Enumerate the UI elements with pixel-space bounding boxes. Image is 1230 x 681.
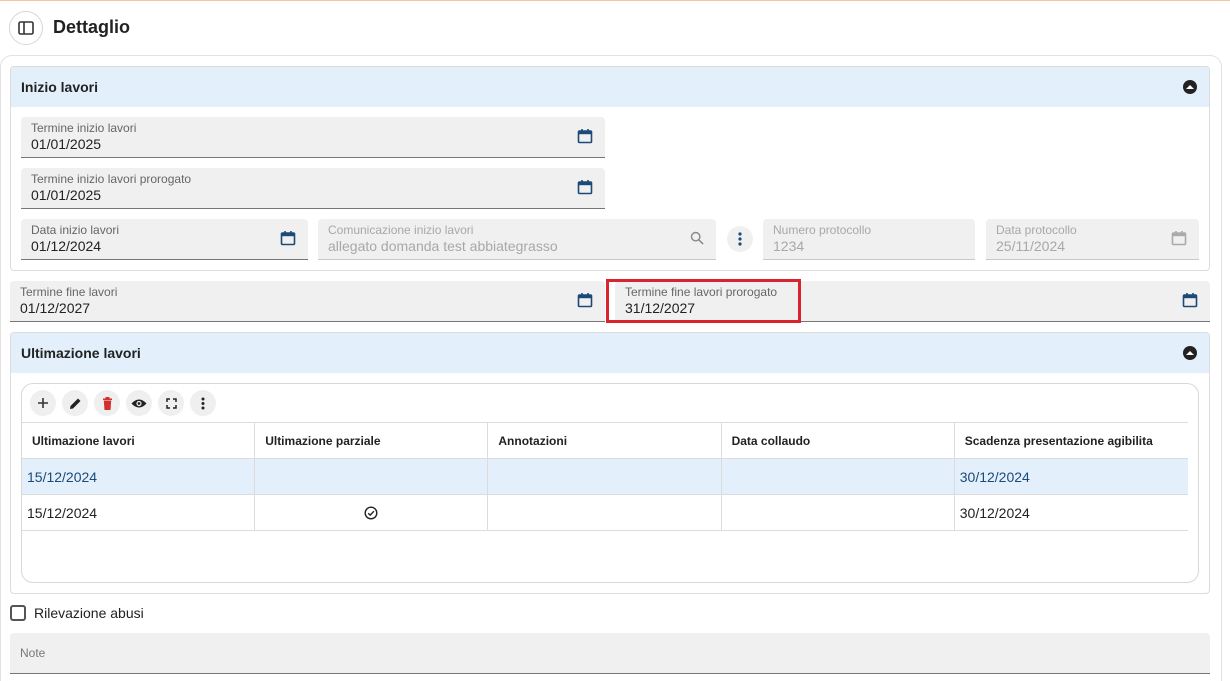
calendar-icon[interactable] <box>577 179 593 195</box>
edit-button[interactable] <box>62 390 88 416</box>
highlight-annotation-box <box>606 279 801 323</box>
calendar-icon[interactable] <box>280 230 296 246</box>
table-toolbar <box>30 390 216 418</box>
calendar-icon <box>1171 231 1187 246</box>
termine-inizio-lavori-field[interactable]: Termine inizio lavori 01/01/2025 <box>21 117 605 158</box>
section-title: Inizio lavori <box>21 79 99 95</box>
termine-inizio-lavori-prorogato-field[interactable]: Termine inizio lavori prorogato 01/01/20… <box>21 168 605 209</box>
table-row[interactable]: 15/12/2024 30/12/2024 <box>22 459 1188 495</box>
field-label: Data protocollo <box>996 223 1077 237</box>
column-header[interactable]: Ultimazione parziale <box>255 423 489 458</box>
cell-annotazioni <box>488 495 722 530</box>
page-title: Dettaglio <box>53 17 131 37</box>
field-label: Comunicazione inizio lavori <box>328 223 474 237</box>
calendar-icon[interactable] <box>577 292 593 308</box>
trash-icon <box>102 396 112 410</box>
cell-scadenza: 30/12/2024 <box>959 468 1030 485</box>
more-vert-icon <box>201 397 205 409</box>
comunicazione-inizio-lavori-field: Comunicazione inizio lavori allegato dom… <box>318 219 716 260</box>
sidebar-toggle-icon <box>18 21 34 35</box>
column-header[interactable]: Annotazioni <box>488 423 722 458</box>
field-value: allegato domanda test abbiategrasso <box>328 238 558 254</box>
plus-icon <box>38 398 48 408</box>
search-icon <box>690 231 704 245</box>
ultimazione-table-card: Ultimazione lavori Ultimazione parziale … <box>21 383 1199 583</box>
eye-icon <box>131 399 147 407</box>
cell-ultimazione: 15/12/2024 <box>22 459 256 494</box>
collapse-icon[interactable] <box>1183 346 1197 360</box>
column-header[interactable]: Scadenza presentazione agibilita <box>955 423 1188 458</box>
field-value: 01/12/2027 <box>20 300 91 316</box>
field-label: Note <box>20 646 46 660</box>
termine-fine-lavori-field[interactable]: Termine fine lavori 01/12/2027 <box>10 281 605 322</box>
cell-parziale <box>255 495 489 530</box>
fullscreen-icon <box>165 397 177 409</box>
cell-scadenza: 30/12/2024 <box>959 504 1030 521</box>
calendar-icon[interactable] <box>577 128 593 144</box>
field-value: 01/12/2024 <box>31 238 102 254</box>
rilevazione-abusi-checkbox[interactable]: Rilevazione abusi <box>10 605 144 621</box>
cell-annotazioni <box>488 459 722 494</box>
checkbox-label: Rilevazione abusi <box>34 605 144 621</box>
data-inizio-lavori-field[interactable]: Data inizio lavori 01/12/2024 <box>21 219 308 260</box>
column-header[interactable]: Ultimazione lavori <box>22 423 256 458</box>
section-header-inizio-lavori[interactable]: Inizio lavori <box>11 67 1209 107</box>
section-header-ultimazione-lavori[interactable]: Ultimazione lavori <box>11 333 1209 373</box>
field-value: 25/11/2024 <box>996 238 1066 254</box>
field-value: 1234 <box>773 238 805 254</box>
view-button[interactable] <box>126 390 152 416</box>
collapse-icon[interactable] <box>1183 80 1197 94</box>
field-label: Data inizio lavori <box>31 223 120 237</box>
page-header: Dettaglio <box>0 1 1230 55</box>
section-title: Ultimazione lavori <box>21 345 141 361</box>
field-value: 01/01/2025 <box>31 187 102 203</box>
column-header[interactable]: Data collaudo <box>722 423 955 458</box>
add-button[interactable] <box>30 390 56 416</box>
field-value: 01/01/2025 <box>31 136 102 152</box>
field-label: Numero protocollo <box>773 223 872 237</box>
ultimazione-grid: Ultimazione lavori Ultimazione parziale … <box>22 422 1188 531</box>
cell-parziale <box>255 459 489 494</box>
delete-button[interactable] <box>94 390 120 416</box>
checkbox-box[interactable] <box>10 605 26 621</box>
data-protocollo-field: Data protocollo 25/11/2024 <box>986 219 1199 260</box>
field-label: Termine inizio lavori prorogato <box>31 172 192 186</box>
table-row[interactable]: 15/12/2024 30/12/2024 <box>22 495 1188 531</box>
more-vert-icon <box>738 232 742 246</box>
grid-header: Ultimazione lavori Ultimazione parziale … <box>22 422 1188 459</box>
cell-collaudo <box>722 459 955 494</box>
cell-ultimazione: 15/12/2024 <box>22 495 256 530</box>
pencil-icon <box>69 398 80 409</box>
field-label: Termine inizio lavori <box>31 121 137 135</box>
sidebar-toggle-button[interactable] <box>9 11 43 45</box>
check-circle-icon <box>364 505 378 520</box>
note-field[interactable]: Note <box>10 633 1210 674</box>
numero-protocollo-field: Numero protocollo 1234 <box>763 219 975 260</box>
fullscreen-button[interactable] <box>158 390 184 416</box>
more-options-button[interactable] <box>727 226 753 252</box>
field-label: Termine fine lavori <box>20 285 118 299</box>
cell-collaudo <box>722 495 955 530</box>
calendar-icon[interactable] <box>1182 292 1198 308</box>
more-actions-button[interactable] <box>190 390 216 416</box>
